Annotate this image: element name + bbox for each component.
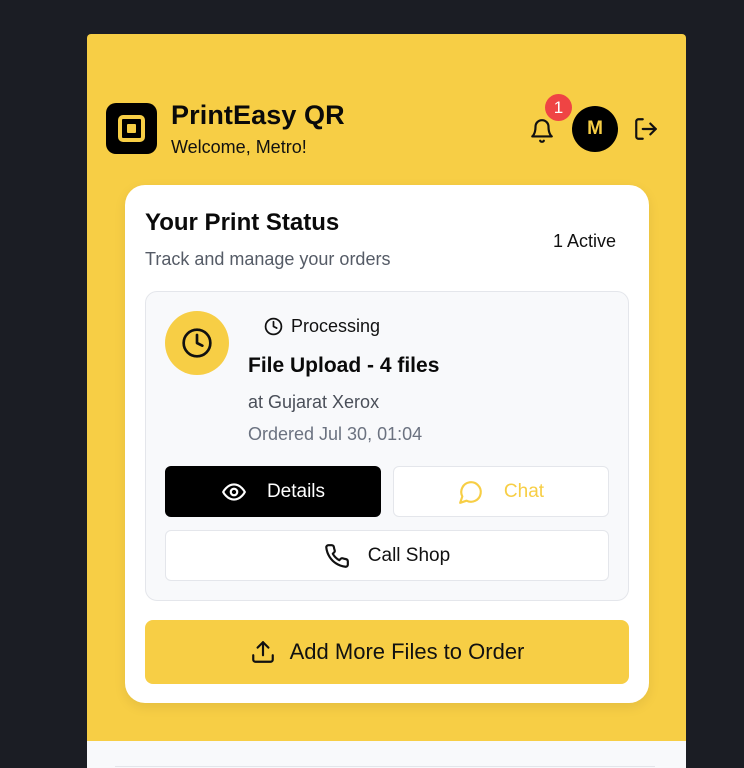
add-more-files-label: Add More Files to Order [289, 639, 525, 664]
card-subtitle: Track and manage your orders [145, 249, 391, 269]
upload-icon [251, 641, 274, 663]
call-shop-label: Call Shop [367, 544, 451, 566]
notification-badge: 1 [545, 94, 572, 121]
avatar[interactable]: M [572, 106, 618, 152]
print-status-card: Your Print Status Track and manage your … [125, 185, 649, 703]
order-shop: at Gujarat Xerox [248, 392, 380, 412]
phone-icon [325, 543, 349, 568]
next-section [87, 741, 686, 768]
bell-icon [531, 119, 553, 143]
order-status: Processing [264, 316, 380, 337]
app-title: PrintEasy QR [171, 100, 345, 130]
status-circle [165, 311, 229, 375]
order-status-label: Processing [291, 316, 381, 336]
notifications-button[interactable] [527, 116, 557, 146]
order-item: Processing File Upload - 4 files at Guja… [145, 291, 629, 601]
chat-label: Chat [503, 480, 545, 502]
active-count: 1 Active [552, 231, 616, 251]
clock-small-icon [264, 317, 283, 336]
logout-button[interactable] [632, 115, 660, 143]
details-label: Details [266, 480, 326, 502]
details-button[interactable]: Details [165, 466, 381, 517]
chat-icon [459, 480, 482, 504]
eye-icon [222, 482, 246, 501]
welcome-text: Welcome, Metro! [171, 137, 307, 157]
app-panel: PrintEasy QR Welcome, Metro! 1 M Your Pr… [87, 34, 686, 768]
order-title: File Upload - 4 files [248, 354, 440, 377]
clock-icon [182, 328, 212, 358]
chat-button[interactable]: Chat [393, 466, 609, 517]
logout-icon [635, 118, 657, 140]
card-title: Your Print Status [145, 209, 340, 236]
call-shop-button[interactable]: Call Shop [165, 530, 609, 581]
add-more-files-button[interactable]: Add More Files to Order [145, 620, 629, 684]
order-date: Ordered Jul 30, 01:04 [248, 424, 423, 444]
app-logo-icon [106, 103, 157, 154]
divider [115, 766, 655, 767]
